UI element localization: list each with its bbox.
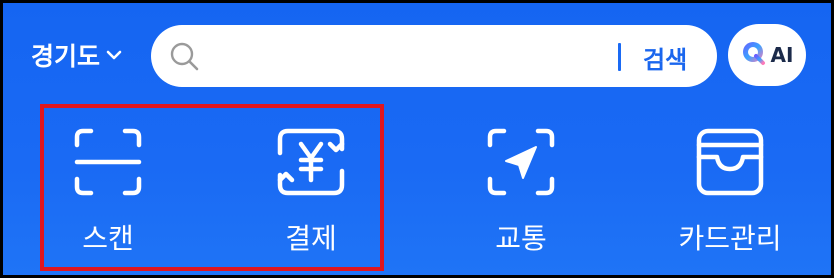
shortcut-label: 결제 <box>285 222 337 255</box>
shortcut-label: 스캔 <box>82 222 134 255</box>
ai-button-label: AI <box>770 43 794 67</box>
app-frame: 경기도 검색 AI 스캔 결제 교통 카드관리 <box>0 0 834 278</box>
ai-button[interactable]: AI <box>728 24 806 86</box>
shortcut-payment[interactable]: 결제 <box>236 121 386 261</box>
shortcut-scan[interactable]: 스캔 <box>33 121 183 261</box>
shortcut-label: 교통 <box>495 222 547 255</box>
search-divider <box>618 43 621 71</box>
chevron-down-icon <box>106 49 122 61</box>
search-button[interactable]: 검색 <box>643 40 687 75</box>
search-bar: 검색 <box>151 25 745 87</box>
search-icon <box>169 41 201 77</box>
transport-arrow-icon <box>487 128 555 196</box>
shortcut-label: 카드관리 <box>678 222 782 255</box>
ai-logo-icon <box>741 40 767 70</box>
shortcut-card-management[interactable]: 카드관리 <box>655 121 805 261</box>
shortcut-transport[interactable]: 교통 <box>446 121 596 261</box>
region-selector[interactable]: 경기도 <box>31 37 122 73</box>
region-label: 경기도 <box>31 42 101 71</box>
card-wallet-icon <box>696 128 764 196</box>
payment-yen-icon <box>277 128 345 196</box>
scan-icon <box>74 128 142 196</box>
